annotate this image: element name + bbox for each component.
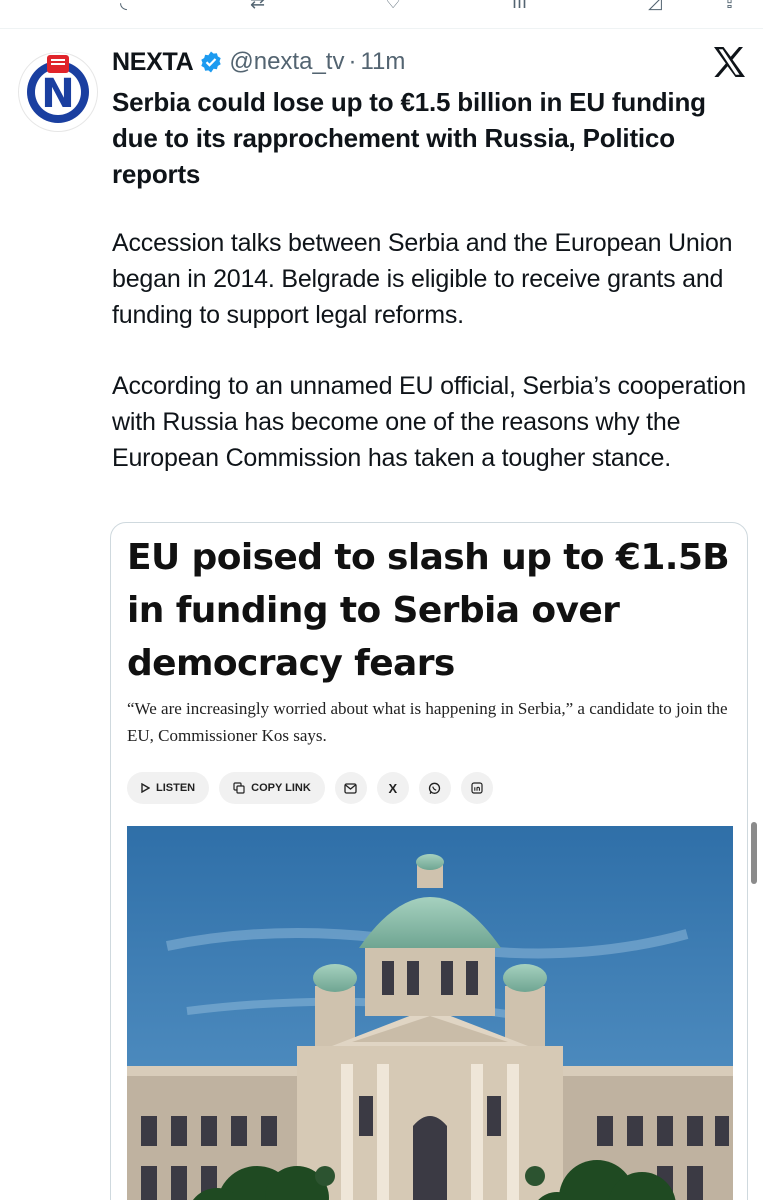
retweet-icon[interactable]: ⇄ bbox=[250, 0, 265, 13]
tweet-divider bbox=[0, 28, 763, 29]
author-handle[interactable]: @nexta_tv bbox=[229, 48, 344, 76]
share-email-button[interactable] bbox=[334, 772, 367, 804]
tweet-paragraph-2: According to an unnamed EU official, Ser… bbox=[112, 372, 746, 472]
previous-tweet-action-bar: ◟ ⇄ ♡ ıll ◿ ⇪ bbox=[0, 0, 763, 22]
x-logo-icon bbox=[714, 47, 745, 77]
share-linkedin-button[interactable] bbox=[460, 772, 493, 804]
tweet-headline: Serbia could lose up to €1.5 billion in … bbox=[112, 87, 706, 189]
avatar[interactable]: N bbox=[18, 52, 98, 132]
article-subtitle: “We are increasingly worried about what … bbox=[127, 699, 728, 745]
article-card[interactable]: EU poised to slash up to €1.5B in fundin… bbox=[110, 522, 748, 1200]
play-icon bbox=[141, 783, 150, 793]
x-icon: X bbox=[388, 780, 398, 796]
reply-icon[interactable]: ◟ bbox=[120, 0, 127, 13]
tweet-header: NEXTA @nexta_tv · 11m bbox=[112, 44, 405, 80]
tweet-time[interactable]: 11m bbox=[360, 48, 405, 76]
like-icon[interactable]: ♡ bbox=[385, 0, 401, 13]
verified-badge-icon bbox=[201, 51, 222, 73]
nexta-logo-icon: N bbox=[41, 71, 75, 117]
author-name[interactable]: NEXTA bbox=[112, 48, 194, 77]
copy-icon bbox=[233, 782, 245, 794]
share-x-button[interactable]: X bbox=[376, 772, 409, 804]
copy-link-button[interactable]: COPY LINK bbox=[219, 772, 325, 804]
article-photo bbox=[127, 826, 733, 1200]
listen-button[interactable]: LISTEN bbox=[127, 772, 210, 804]
copy-link-label: COPY LINK bbox=[251, 782, 311, 794]
listen-label: LISTEN bbox=[156, 782, 196, 794]
views-icon[interactable]: ıll bbox=[512, 0, 527, 13]
bookmark-icon[interactable]: ◿ bbox=[648, 0, 662, 13]
share-icon[interactable]: ⇪ bbox=[722, 0, 737, 13]
tweet-paragraph-1: Accession talks between Serbia and the E… bbox=[112, 229, 733, 329]
linkedin-icon bbox=[471, 782, 483, 794]
nexta-flag-icon bbox=[47, 55, 69, 73]
article-title: EU poised to slash up to €1.5B in fundin… bbox=[127, 537, 730, 684]
page-scrollbar[interactable] bbox=[751, 822, 757, 884]
header-separator: · bbox=[348, 48, 357, 75]
whatsapp-icon bbox=[429, 782, 441, 794]
share-whatsapp-button[interactable] bbox=[418, 772, 451, 804]
mail-icon bbox=[344, 782, 357, 794]
article-share-bar: LISTEN COPY LINK X bbox=[127, 772, 493, 804]
